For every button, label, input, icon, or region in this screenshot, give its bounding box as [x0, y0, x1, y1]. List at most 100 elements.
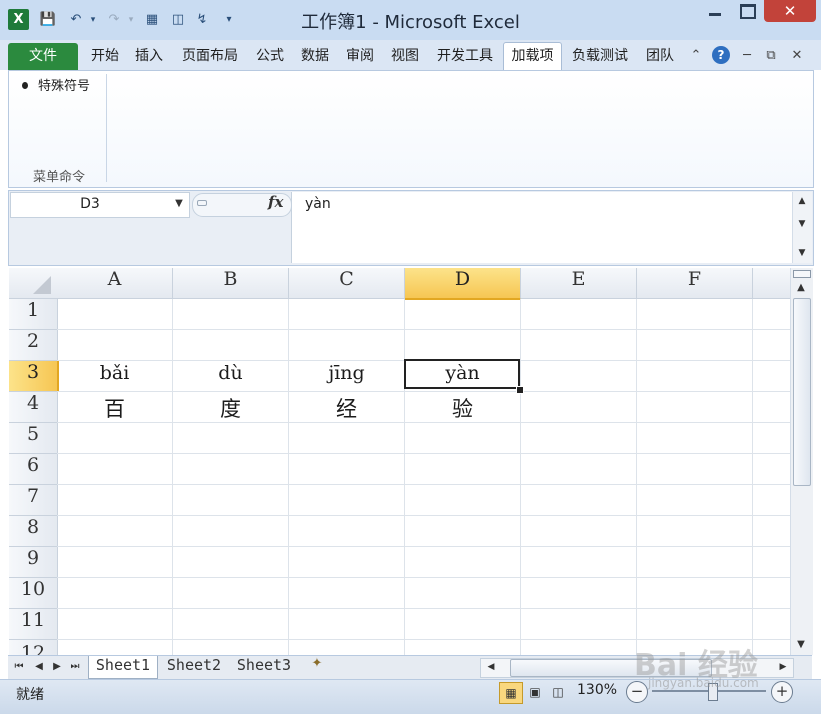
gridline: [520, 299, 521, 655]
collapse-ribbon-icon[interactable]: ⌃: [688, 46, 704, 66]
tab-load-test[interactable]: 负载测试: [566, 43, 634, 70]
name-box-value: D3: [80, 196, 100, 212]
tab-home[interactable]: 开始: [86, 43, 124, 70]
scroll-left-icon[interactable]: ◀: [484, 659, 498, 675]
column-header-e[interactable]: E: [521, 268, 637, 299]
gridline: [57, 484, 790, 485]
row-header-8[interactable]: 8: [9, 516, 58, 547]
column-header-a[interactable]: A: [57, 268, 173, 299]
scroll-right-icon[interactable]: ▶: [776, 659, 790, 675]
select-all-icon: [33, 276, 51, 294]
zoom-in-icon[interactable]: +: [771, 681, 793, 703]
prev-sheet-icon[interactable]: ◀: [32, 658, 46, 676]
sheet-tab-sheet2[interactable]: Sheet2: [160, 656, 228, 678]
help-icon[interactable]: ?: [712, 46, 730, 64]
tab-formulas[interactable]: 公式: [251, 43, 289, 70]
formula-scroll-down-icon[interactable]: ▼: [795, 217, 809, 231]
column-header-b[interactable]: B: [173, 268, 289, 299]
cell-b4[interactable]: 度: [173, 393, 288, 423]
sheet-tab-sheet3[interactable]: Sheet3: [230, 656, 298, 678]
tab-developer[interactable]: 开发工具: [431, 43, 499, 70]
gridline: [288, 299, 289, 655]
row-header-3[interactable]: 3: [9, 361, 59, 392]
tab-file[interactable]: 文件: [8, 43, 78, 70]
formula-bar-scroll[interactable]: ▲ ▼ ▼: [792, 192, 812, 263]
tab-data[interactable]: 数据: [296, 43, 334, 70]
active-cell-border: [404, 359, 520, 389]
special-symbols-button[interactable]: 特殊符号: [38, 78, 90, 96]
first-sheet-icon[interactable]: ⏮: [12, 658, 26, 676]
row-header-4[interactable]: 4: [9, 392, 58, 423]
gridline: [404, 299, 405, 655]
cell-a3[interactable]: bǎi: [57, 362, 172, 392]
row-header-11[interactable]: 11: [9, 609, 58, 640]
zoom-out-icon[interactable]: −: [626, 681, 648, 703]
gridline: [57, 515, 790, 516]
page-layout-view-icon[interactable]: ▣: [524, 682, 546, 702]
row-header-5[interactable]: 5: [9, 423, 58, 454]
scroll-down-icon[interactable]: ▼: [793, 637, 809, 653]
close-icon: ✕: [783, 2, 797, 20]
group-separator: [106, 74, 107, 182]
workbook-close-icon[interactable]: ✕: [788, 46, 806, 66]
tab-review[interactable]: 审阅: [341, 43, 379, 70]
worksheet-grid[interactable]: [8, 268, 790, 655]
formula-input[interactable]: [291, 192, 792, 263]
formula-grip-icon[interactable]: [197, 200, 207, 206]
tab-page-layout[interactable]: 页面布局: [176, 43, 244, 70]
close-button[interactable]: ✕: [764, 0, 816, 22]
scroll-up-icon[interactable]: ▲: [793, 280, 809, 296]
vertical-scroll-thumb[interactable]: [793, 298, 811, 486]
gridline: [636, 299, 637, 655]
row-header-9[interactable]: 9: [9, 547, 58, 578]
formula-scroll-up-icon[interactable]: ▲: [795, 194, 809, 208]
column-header-g[interactable]: [753, 268, 790, 299]
workbook-minimize-icon[interactable]: ─: [738, 46, 756, 66]
cell-b3[interactable]: dù: [173, 362, 288, 392]
gridline: [752, 299, 753, 655]
row-header-2[interactable]: 2: [9, 330, 58, 361]
formula-expand-icon[interactable]: ▼: [795, 246, 809, 260]
column-header-d[interactable]: D: [405, 268, 521, 300]
status-text: 就绪: [16, 687, 44, 703]
column-header-f[interactable]: F: [637, 268, 753, 299]
tab-team[interactable]: 团队: [641, 43, 679, 70]
next-sheet-icon[interactable]: ▶: [50, 658, 64, 676]
formula-value: yàn: [305, 196, 331, 212]
row-header-7[interactable]: 7: [9, 485, 58, 516]
column-header-c[interactable]: C: [289, 268, 405, 299]
last-sheet-icon[interactable]: ⏭: [68, 658, 82, 676]
insert-sheet-icon[interactable]: ✦: [304, 656, 330, 678]
ribbon-group-label: 菜单命令: [32, 170, 85, 185]
cell-c4[interactable]: 经: [289, 393, 404, 423]
tab-view[interactable]: 视图: [386, 43, 424, 70]
window-title: 工作簿1 - Microsoft Excel: [301, 12, 520, 33]
sheet-tab-sheet1[interactable]: Sheet1: [88, 656, 158, 679]
tab-insert[interactable]: 插入: [130, 43, 168, 70]
gridline: [57, 453, 790, 454]
row-header-1[interactable]: 1: [9, 299, 58, 330]
row-header-10[interactable]: 10: [9, 578, 58, 609]
gridline: [172, 299, 173, 655]
gridline: [57, 608, 790, 609]
gridline: [57, 577, 790, 578]
tab-addins[interactable]: 加载项: [503, 43, 562, 70]
minimize-icon: [709, 13, 721, 16]
gridline: [57, 546, 790, 547]
split-box[interactable]: [793, 270, 811, 278]
row-header-6[interactable]: 6: [9, 454, 58, 485]
cell-d4[interactable]: 验: [405, 393, 520, 423]
insert-function-icon[interactable]: fx: [268, 193, 288, 215]
fill-handle[interactable]: [516, 386, 524, 394]
zoom-level[interactable]: 130%: [577, 682, 617, 698]
cell-c3[interactable]: jīng: [289, 362, 404, 392]
workbook-restore-icon[interactable]: ⧉: [762, 46, 780, 66]
minimize-button[interactable]: [700, 0, 730, 22]
maximize-icon: [740, 4, 756, 19]
cell-a4[interactable]: 百: [57, 393, 172, 423]
row-header-12[interactable]: 12: [9, 640, 58, 655]
normal-view-icon[interactable]: ▦: [499, 682, 523, 704]
name-box-dropdown-icon[interactable]: ▼: [172, 193, 186, 215]
maximize-button[interactable]: [732, 0, 762, 22]
page-break-view-icon[interactable]: ◫: [547, 682, 569, 702]
